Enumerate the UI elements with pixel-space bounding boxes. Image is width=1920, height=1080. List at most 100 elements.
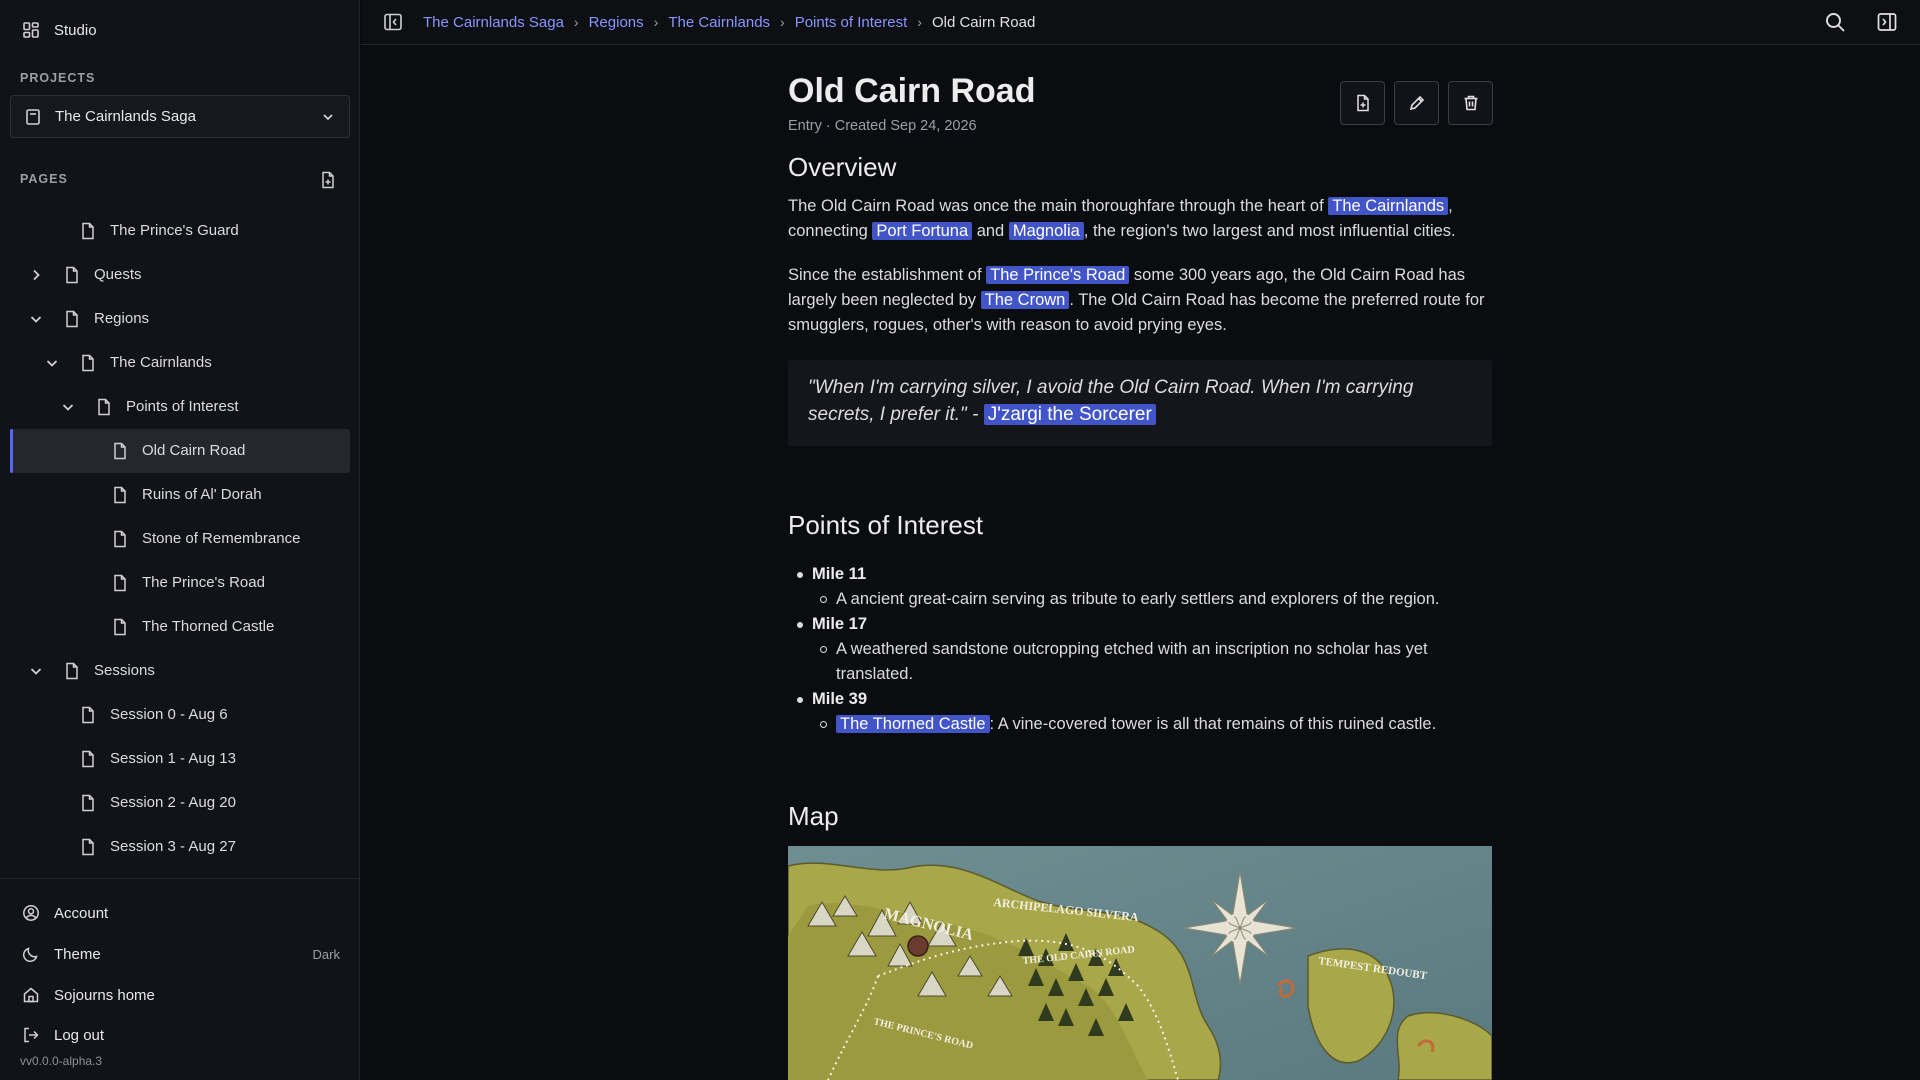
tree-item-label: Old Cairn Road — [142, 442, 246, 459]
breadcrumb-link[interactable]: The Cairnlands — [668, 14, 770, 31]
tree-item[interactable]: The Prince's Road — [10, 561, 350, 605]
page-icon — [64, 266, 80, 284]
page-icon — [80, 838, 96, 856]
breadcrumb-separator: › — [653, 14, 659, 30]
page-meta: Entry · Created Sep 24, 2026 — [788, 118, 977, 134]
tree-item[interactable]: Ruins of Al' Dorah — [10, 473, 350, 517]
tree-item[interactable]: Session 0 - Aug 6 — [10, 693, 350, 737]
logout-icon — [22, 1026, 40, 1044]
tree-item-label: Session 3 - Aug 27 — [110, 838, 236, 855]
bullet — [820, 646, 827, 653]
poi-list: Mile 11 A ancient great-cairn serving as… — [788, 562, 1492, 737]
mention-link[interactable]: J'zargi the Sorcerer — [983, 404, 1156, 425]
bullet — [797, 572, 803, 578]
chevron-down-icon[interactable] — [60, 399, 76, 415]
list-subitem: A weathered sandstone outcropping etched… — [788, 637, 1448, 687]
text-segment: Since the establishment of — [788, 266, 987, 284]
project-select[interactable]: The Cairnlands Saga — [10, 95, 350, 138]
sidebar-collapse-icon[interactable] — [383, 12, 405, 34]
page-icon — [112, 574, 128, 592]
page-icon — [80, 750, 96, 768]
chevron-down-icon[interactable] — [44, 355, 60, 371]
page-title: Old Cairn Road — [788, 72, 1036, 110]
bullet — [797, 697, 803, 703]
sidebar-footer: Account Theme Dark Sojourns home Log out — [0, 878, 360, 1080]
text-segment: , the region's two largest and most infl… — [1083, 222, 1456, 240]
chevron-down-icon[interactable] — [28, 663, 44, 679]
tree-item-label: Stone of Remembrance — [142, 530, 301, 547]
tree-item[interactable]: The Prince's Guard — [10, 209, 350, 253]
overview-paragraph-2: Since the establishment of The Prince's … — [788, 263, 1492, 338]
map-heading: Map — [788, 801, 839, 831]
breadcrumb-link[interactable]: Regions — [589, 14, 644, 31]
tree-item[interactable]: Sessions — [10, 649, 350, 693]
breadcrumb-link[interactable]: Points of Interest — [795, 14, 908, 31]
tree-item[interactable]: Session 3 - Aug 27 — [10, 825, 350, 869]
account-link[interactable]: Account — [22, 901, 340, 925]
logout-label: Log out — [54, 1026, 105, 1044]
quote-block: "When I'm carrying silver, I avoid the O… — [788, 360, 1492, 446]
text-segment: The Old Cairn Road was once the main tho… — [788, 197, 1329, 215]
sojourns-home-link[interactable]: Sojourns home — [22, 983, 340, 1007]
delete-button[interactable] — [1448, 81, 1493, 125]
poi-heading: Points of Interest — [788, 510, 984, 540]
panel-toggle-icon[interactable] — [1876, 11, 1900, 35]
book-icon — [25, 108, 41, 126]
page-icon — [64, 310, 80, 328]
page-icon — [64, 662, 80, 680]
tree-item[interactable]: Old Cairn Road — [10, 429, 350, 473]
text-segment: and — [972, 222, 1009, 240]
tree-item[interactable]: Stone of Remembrance — [10, 517, 350, 561]
tree-item-label: The Prince's Guard — [110, 222, 239, 239]
list-subitem: A ancient great-cairn serving as tribute… — [788, 587, 1492, 612]
tree-item[interactable]: The Thorned Castle — [10, 605, 350, 649]
breadcrumb-separator: › — [573, 14, 579, 30]
mention-link[interactable]: The Cairnlands — [1328, 197, 1449, 215]
mention-link[interactable]: The Crown — [980, 291, 1070, 309]
edit-button[interactable] — [1394, 81, 1439, 125]
breadcrumb-link[interactable]: The Cairnlands Saga — [423, 14, 564, 31]
poi-description: A weathered sandstone outcropping etched… — [836, 640, 1428, 683]
bullet — [820, 596, 827, 603]
map-image[interactable]: MAGNOLIA ARCHIPELAGO SILVERA THE OLD CAI… — [788, 846, 1492, 1080]
studio-link[interactable]: Studio — [22, 18, 97, 42]
tree-item[interactable]: The Cairnlands — [10, 341, 350, 385]
studio-label: Studio — [54, 21, 97, 39]
top-bar: The Cairnlands Saga › Regions › The Cair… — [361, 0, 1920, 45]
tree-item-label: Session 2 - Aug 20 — [110, 794, 236, 811]
home-icon — [22, 986, 40, 1004]
chevron-down-icon — [321, 110, 335, 124]
bullet — [797, 622, 803, 628]
page-icon — [112, 442, 128, 460]
chevron-down-icon[interactable] — [28, 311, 44, 327]
list-item: Mile 39 — [788, 687, 1492, 712]
search-icon[interactable] — [1824, 11, 1848, 35]
mention-link[interactable]: Port Fortuna — [872, 222, 973, 240]
projects-label: PROJECTS — [20, 71, 96, 85]
mention-link[interactable]: The Prince's Road — [986, 266, 1130, 284]
mention-link[interactable]: The Thorned Castle — [836, 715, 990, 733]
breadcrumb-separator: › — [780, 14, 785, 30]
poi-description: A ancient great-cairn serving as tribute… — [836, 590, 1440, 608]
logout-link[interactable]: Log out — [22, 1023, 340, 1047]
breadcrumb: The Cairnlands Saga › Regions › The Cair… — [423, 12, 1035, 32]
poi-description: : A vine-covered tower is all that remai… — [989, 715, 1437, 733]
theme-toggle[interactable]: Theme Dark — [22, 942, 340, 966]
poi-title: Mile 17 — [812, 615, 868, 633]
pencil-icon — [1408, 94, 1426, 112]
chevron-right-icon[interactable] — [28, 267, 44, 283]
moon-icon — [22, 945, 40, 963]
breadcrumb-current: Old Cairn Road — [931, 13, 1036, 31]
new-page-icon[interactable] — [317, 169, 339, 191]
tree-item[interactable]: Regions — [10, 297, 350, 341]
tree-item[interactable]: Session 1 - Aug 13 — [10, 737, 350, 781]
tree-item[interactable]: Points of Interest — [10, 385, 350, 429]
export-button[interactable] — [1340, 81, 1385, 125]
page-tree: The Prince's Guard Quests Regions The Cairn… — [10, 209, 350, 869]
tree-item-label: The Cairnlands — [110, 354, 212, 371]
page-icon — [112, 618, 128, 636]
tree-item[interactable]: Quests — [10, 253, 350, 297]
page-icon — [112, 530, 128, 548]
tree-item[interactable]: Session 2 - Aug 20 — [10, 781, 350, 825]
mention-link[interactable]: Magnolia — [1008, 222, 1084, 240]
